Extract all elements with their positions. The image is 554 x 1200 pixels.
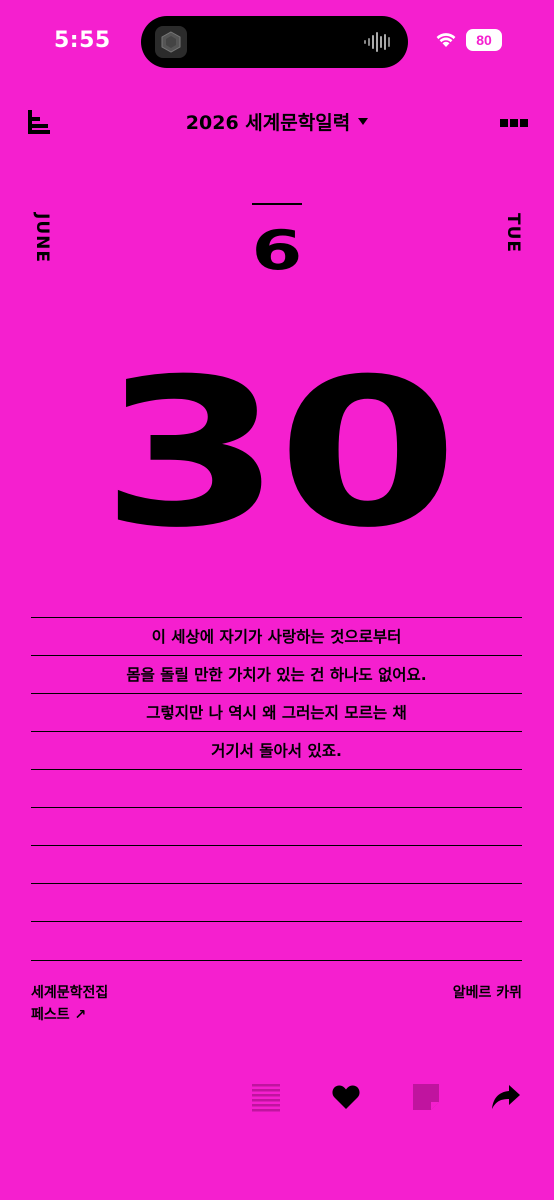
chevron-down-icon bbox=[358, 118, 369, 125]
source-info: 세계문학전집 페스트 ↗ bbox=[31, 982, 108, 1026]
month-name: JUNE bbox=[32, 213, 52, 263]
quote-line bbox=[31, 883, 522, 921]
dynamic-island bbox=[141, 16, 408, 68]
quote-line bbox=[31, 845, 522, 883]
quote-line bbox=[31, 769, 522, 807]
day-number: 30 bbox=[100, 336, 458, 573]
quote-line bbox=[31, 807, 522, 845]
lines-icon[interactable] bbox=[251, 1082, 281, 1112]
quote-block: 이 세상에 자기가 사랑하는 것으로부터 몸을 돌릴 만한 가치가 있는 건 하… bbox=[31, 617, 522, 961]
quote-line bbox=[31, 921, 522, 961]
more-options-icon[interactable] bbox=[500, 118, 528, 128]
menu-icon[interactable] bbox=[28, 110, 50, 134]
book-link[interactable]: 페스트 ↗ bbox=[31, 1004, 108, 1026]
status-time: 5:55 bbox=[54, 28, 111, 53]
share-icon[interactable] bbox=[491, 1082, 521, 1112]
calendar-title: 2026 세계문학일력 bbox=[185, 112, 351, 134]
heart-icon[interactable] bbox=[331, 1082, 361, 1112]
island-app-icon bbox=[155, 26, 187, 58]
quote-line: 그렇지만 나 역시 왜 그러는지 모르는 채 bbox=[31, 693, 522, 731]
quote-line: 거기서 돌아서 있죠. bbox=[31, 731, 522, 769]
quote-line: 이 세상에 자기가 사랑하는 것으로부터 bbox=[31, 617, 522, 655]
weekday: TUE bbox=[503, 213, 523, 254]
note-icon[interactable] bbox=[411, 1082, 441, 1112]
audio-wave-icon bbox=[364, 32, 390, 52]
calendar-selector[interactable]: 2026 세계문학일력 bbox=[150, 109, 404, 137]
month-number: 6 bbox=[251, 219, 303, 282]
quote-line: 몸을 돌릴 만한 가치가 있는 건 하나도 없어요. bbox=[31, 655, 522, 693]
author-name: 알베르 카뮈 bbox=[452, 985, 522, 1001]
wifi-icon bbox=[436, 33, 456, 47]
month-rule bbox=[252, 203, 302, 205]
collection-name: 세계문학전집 bbox=[31, 985, 109, 1001]
battery-indicator: 80 bbox=[466, 29, 502, 51]
